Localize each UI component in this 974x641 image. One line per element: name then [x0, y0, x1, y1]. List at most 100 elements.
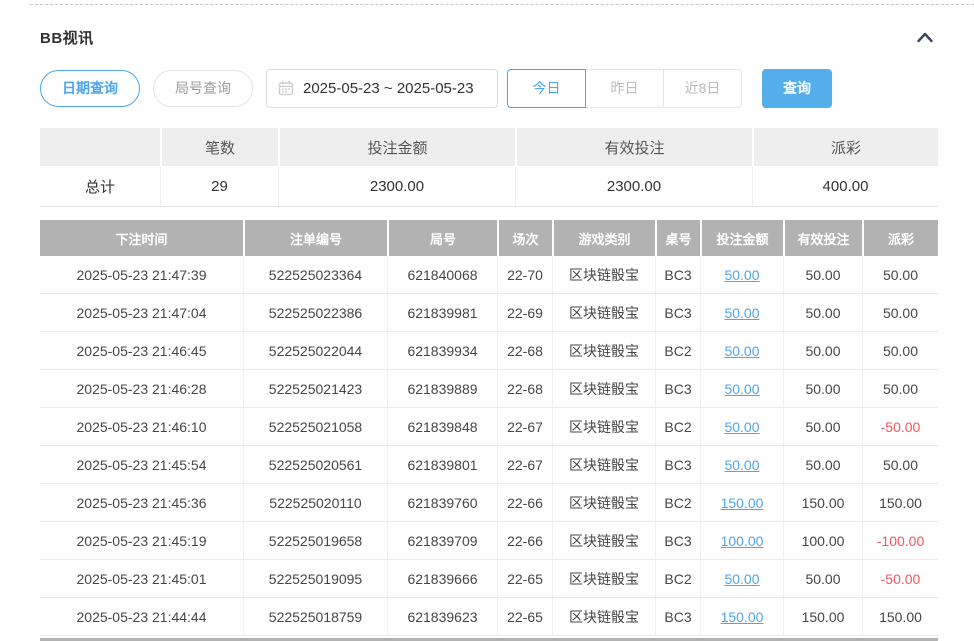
- table-row: 2025-05-23 21:47:04 522525022386 6218399…: [40, 294, 938, 332]
- round-query-tab[interactable]: 局号查询: [153, 70, 253, 107]
- round-no-cell: 621839623: [387, 598, 497, 636]
- search-button[interactable]: 查询: [762, 69, 832, 108]
- header-valid-bet: 有效投注: [783, 220, 862, 256]
- bet-amount-link[interactable]: 50.00: [724, 381, 759, 397]
- bet-amount-cell: 50.00: [700, 560, 783, 598]
- bet-time-cell: 2025-05-23 21:44:44: [40, 598, 243, 636]
- session-cell: 22-65: [497, 560, 552, 598]
- chevron-up-icon: [916, 30, 934, 44]
- session-cell: 22-66: [497, 522, 552, 560]
- game-type-cell: 区块链骰宝: [552, 332, 655, 370]
- order-no-cell: 522525023364: [243, 256, 387, 294]
- bet-amount-cell: 150.00: [700, 484, 783, 522]
- bet-amount-cell: 50.00: [700, 256, 783, 294]
- date-range-input[interactable]: 2025-05-23 ~ 2025-05-23: [266, 69, 498, 108]
- bet-time-cell: 2025-05-23 21:45:19: [40, 522, 243, 560]
- payout-cell: 50.00: [862, 294, 938, 332]
- table-row: 2025-05-23 21:46:45 522525022044 6218399…: [40, 332, 938, 370]
- table-row: 2025-05-23 21:44:44 522525018759 6218396…: [40, 598, 938, 636]
- yesterday-button[interactable]: 昨日: [585, 69, 664, 108]
- bet-amount-link[interactable]: 50.00: [724, 571, 759, 587]
- bet-amount-link[interactable]: 100.00: [721, 533, 764, 549]
- valid-bet-cell: 100.00: [783, 522, 862, 560]
- game-type-cell: 区块链骰宝: [552, 294, 655, 332]
- bet-amount-cell: 100.00: [700, 522, 783, 560]
- order-no-cell: 522525019095: [243, 560, 387, 598]
- header-game-type: 游戏类别: [552, 220, 655, 256]
- valid-bet-cell: 50.00: [783, 408, 862, 446]
- round-no-cell: 621839709: [387, 522, 497, 560]
- summary-header-row: 笔数 投注金额 有效投注 派彩: [40, 128, 938, 166]
- header-table-no: 桌号: [655, 220, 700, 256]
- order-no-cell: 522525018759: [243, 598, 387, 636]
- table-no-cell: BC2: [655, 484, 700, 522]
- round-no-cell: 621839934: [387, 332, 497, 370]
- table-row: 2025-05-23 21:46:28 522525021423 6218398…: [40, 370, 938, 408]
- order-no-cell: 522525021058: [243, 408, 387, 446]
- round-no-cell: 621839760: [387, 484, 497, 522]
- bet-time-cell: 2025-05-23 21:46:45: [40, 332, 243, 370]
- date-query-tab[interactable]: 日期查询: [40, 70, 140, 107]
- payout-cell: 150.00: [862, 598, 938, 636]
- game-type-cell: 区块链骰宝: [552, 560, 655, 598]
- valid-bet-cell: 50.00: [783, 332, 862, 370]
- order-no-cell: 522525020561: [243, 446, 387, 484]
- round-no-cell: 621839848: [387, 408, 497, 446]
- date-range-value: 2025-05-23 ~ 2025-05-23: [303, 80, 474, 97]
- table-no-cell: BC2: [655, 408, 700, 446]
- session-cell: 22-67: [497, 446, 552, 484]
- bet-time-cell: 2025-05-23 21:47:39: [40, 256, 243, 294]
- game-type-cell: 区块链骰宝: [552, 598, 655, 636]
- table-row: 2025-05-23 21:46:10 522525021058 6218398…: [40, 408, 938, 446]
- payout-cell: 50.00: [862, 256, 938, 294]
- header-round-no: 局号: [387, 220, 497, 256]
- bet-records-table: 下注时间 注单编号 局号 场次 游戏类别 桌号 投注金额 有效投注 派彩 202…: [40, 220, 938, 636]
- order-no-cell: 522525021423: [243, 370, 387, 408]
- summary-total-label: 总计: [40, 166, 160, 207]
- order-no-cell: 522525022386: [243, 294, 387, 332]
- session-cell: 22-68: [497, 370, 552, 408]
- game-type-cell: 区块链骰宝: [552, 446, 655, 484]
- summary-table: 笔数 投注金额 有效投注 派彩 总计 29 2300.00 2300.00 40…: [40, 128, 938, 207]
- bet-time-cell: 2025-05-23 21:47:04: [40, 294, 243, 332]
- summary-valid-bet-value: 2300.00: [515, 166, 752, 207]
- bet-amount-link[interactable]: 150.00: [721, 495, 764, 511]
- payout-cell: -100.00: [862, 522, 938, 560]
- bet-amount-link[interactable]: 50.00: [724, 419, 759, 435]
- bet-time-cell: 2025-05-23 21:46:10: [40, 408, 243, 446]
- game-type-cell: 区块链骰宝: [552, 370, 655, 408]
- valid-bet-cell: 50.00: [783, 370, 862, 408]
- bet-time-cell: 2025-05-23 21:45:54: [40, 446, 243, 484]
- table-row: 2025-05-23 21:47:39 522525023364 6218400…: [40, 256, 938, 294]
- summary-header-bet-amount: 投注金额: [278, 128, 515, 166]
- session-cell: 22-66: [497, 484, 552, 522]
- bet-amount-cell: 150.00: [700, 598, 783, 636]
- bet-amount-link[interactable]: 150.00: [721, 609, 764, 625]
- game-type-cell: 区块链骰宝: [552, 256, 655, 294]
- payout-cell: 50.00: [862, 332, 938, 370]
- bet-amount-link[interactable]: 50.00: [724, 343, 759, 359]
- table-no-cell: BC2: [655, 332, 700, 370]
- table-row: 2025-05-23 21:45:54 522525020561 6218398…: [40, 446, 938, 484]
- round-no-cell: 621839981: [387, 294, 497, 332]
- summary-bet-amount-value: 2300.00: [278, 166, 515, 207]
- bet-amount-link[interactable]: 50.00: [724, 305, 759, 321]
- table-no-cell: BC3: [655, 256, 700, 294]
- today-button[interactable]: 今日: [507, 69, 586, 108]
- round-no-cell: 621839889: [387, 370, 497, 408]
- round-no-cell: 621840068: [387, 256, 497, 294]
- calendar-icon: [278, 80, 294, 96]
- summary-count-value: 29: [160, 166, 278, 207]
- bet-amount-link[interactable]: 50.00: [724, 457, 759, 473]
- bet-time-cell: 2025-05-23 21:45:01: [40, 560, 243, 598]
- bet-amount-link[interactable]: 50.00: [724, 267, 759, 283]
- table-row: 2025-05-23 21:45:36 522525020110 6218397…: [40, 484, 938, 522]
- summary-header-count: 笔数: [160, 128, 278, 166]
- bet-amount-cell: 50.00: [700, 370, 783, 408]
- valid-bet-cell: 150.00: [783, 598, 862, 636]
- collapse-button[interactable]: [912, 27, 938, 47]
- last-8-days-button[interactable]: 近8日: [663, 69, 742, 108]
- round-no-cell: 621839801: [387, 446, 497, 484]
- summary-total-row: 总计 29 2300.00 2300.00 400.00: [40, 166, 938, 207]
- valid-bet-cell: 50.00: [783, 294, 862, 332]
